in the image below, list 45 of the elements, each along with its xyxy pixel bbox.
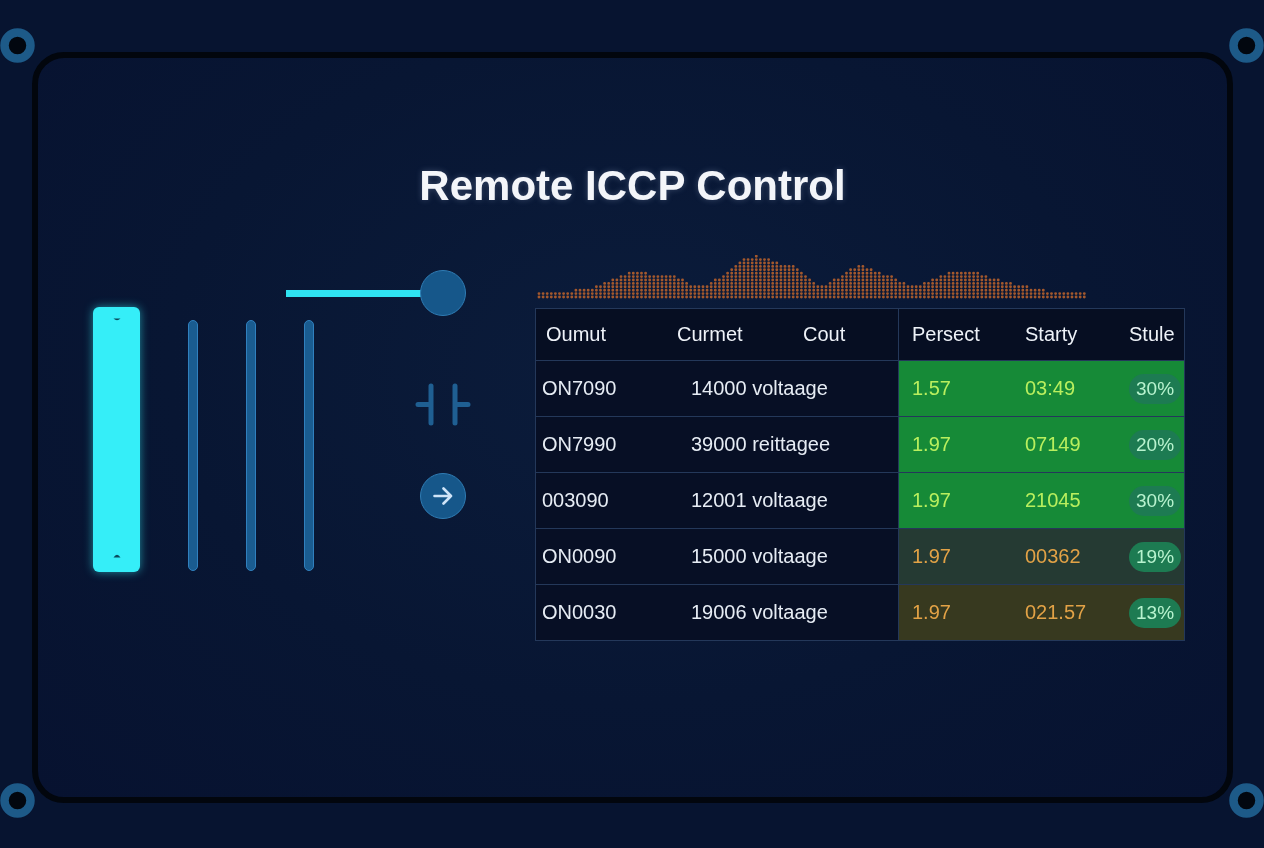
table-cell: ON7090 — [542, 377, 617, 400]
table-cell: 39000 reittagee — [691, 433, 830, 456]
table-cell: 14000 voltaage — [691, 377, 828, 400]
table-cell: 12001 voltaage — [691, 489, 828, 512]
column-header: Starty — [1025, 323, 1078, 346]
channel-fader[interactable] — [93, 307, 140, 572]
table-cell: ON7990 — [542, 433, 617, 456]
capacitor-icon — [415, 383, 471, 426]
notch-icon — [112, 553, 121, 558]
table-cell: 1.97 — [912, 545, 951, 568]
column-header: Persect — [912, 323, 980, 346]
table-cell: 07149 — [1025, 433, 1081, 456]
table-cell: ON0030 — [542, 601, 617, 624]
channel-fader[interactable] — [188, 320, 198, 571]
table-cell: 1.57 — [912, 377, 951, 400]
column-header: Stule — [1129, 323, 1175, 346]
table-cell: 00362 — [1025, 545, 1081, 568]
percent-badge: 30% — [1129, 485, 1182, 516]
column-header: Curmet — [677, 323, 743, 346]
ring-icon — [0, 28, 35, 63]
arrow-right-icon — [433, 487, 453, 505]
column-header: Cout — [803, 323, 846, 346]
percent-badge: 13% — [1129, 597, 1182, 628]
percent-badge: 19% — [1129, 541, 1182, 572]
percent-badge: 30% — [1129, 373, 1182, 404]
table-cell: 1.97 — [912, 489, 951, 512]
percent-badge: 20% — [1129, 429, 1182, 460]
channel-fader[interactable] — [246, 320, 256, 571]
ring-icon — [0, 783, 35, 818]
table-cell: 003090 — [542, 489, 609, 512]
ring-icon — [1229, 783, 1264, 818]
table-cell: 03:49 — [1025, 377, 1076, 400]
next-button[interactable] — [420, 473, 466, 519]
notch-icon — [112, 318, 121, 322]
table-cell: 1.97 — [912, 433, 951, 456]
table-cell: 19006 voltaage — [691, 601, 828, 624]
ring-icon — [1229, 28, 1264, 63]
table-cell: 15000 voltaage — [691, 545, 828, 568]
slider-thumb[interactable] — [420, 270, 466, 316]
table-cell: 21045 — [1025, 489, 1081, 512]
table-cell: 021.57 — [1025, 601, 1087, 624]
table-cell: 1.97 — [912, 601, 951, 624]
column-header: Oumut — [546, 323, 607, 346]
table-cell: ON0090 — [542, 545, 617, 568]
page-title: Remote ICCP Control — [419, 162, 846, 209]
